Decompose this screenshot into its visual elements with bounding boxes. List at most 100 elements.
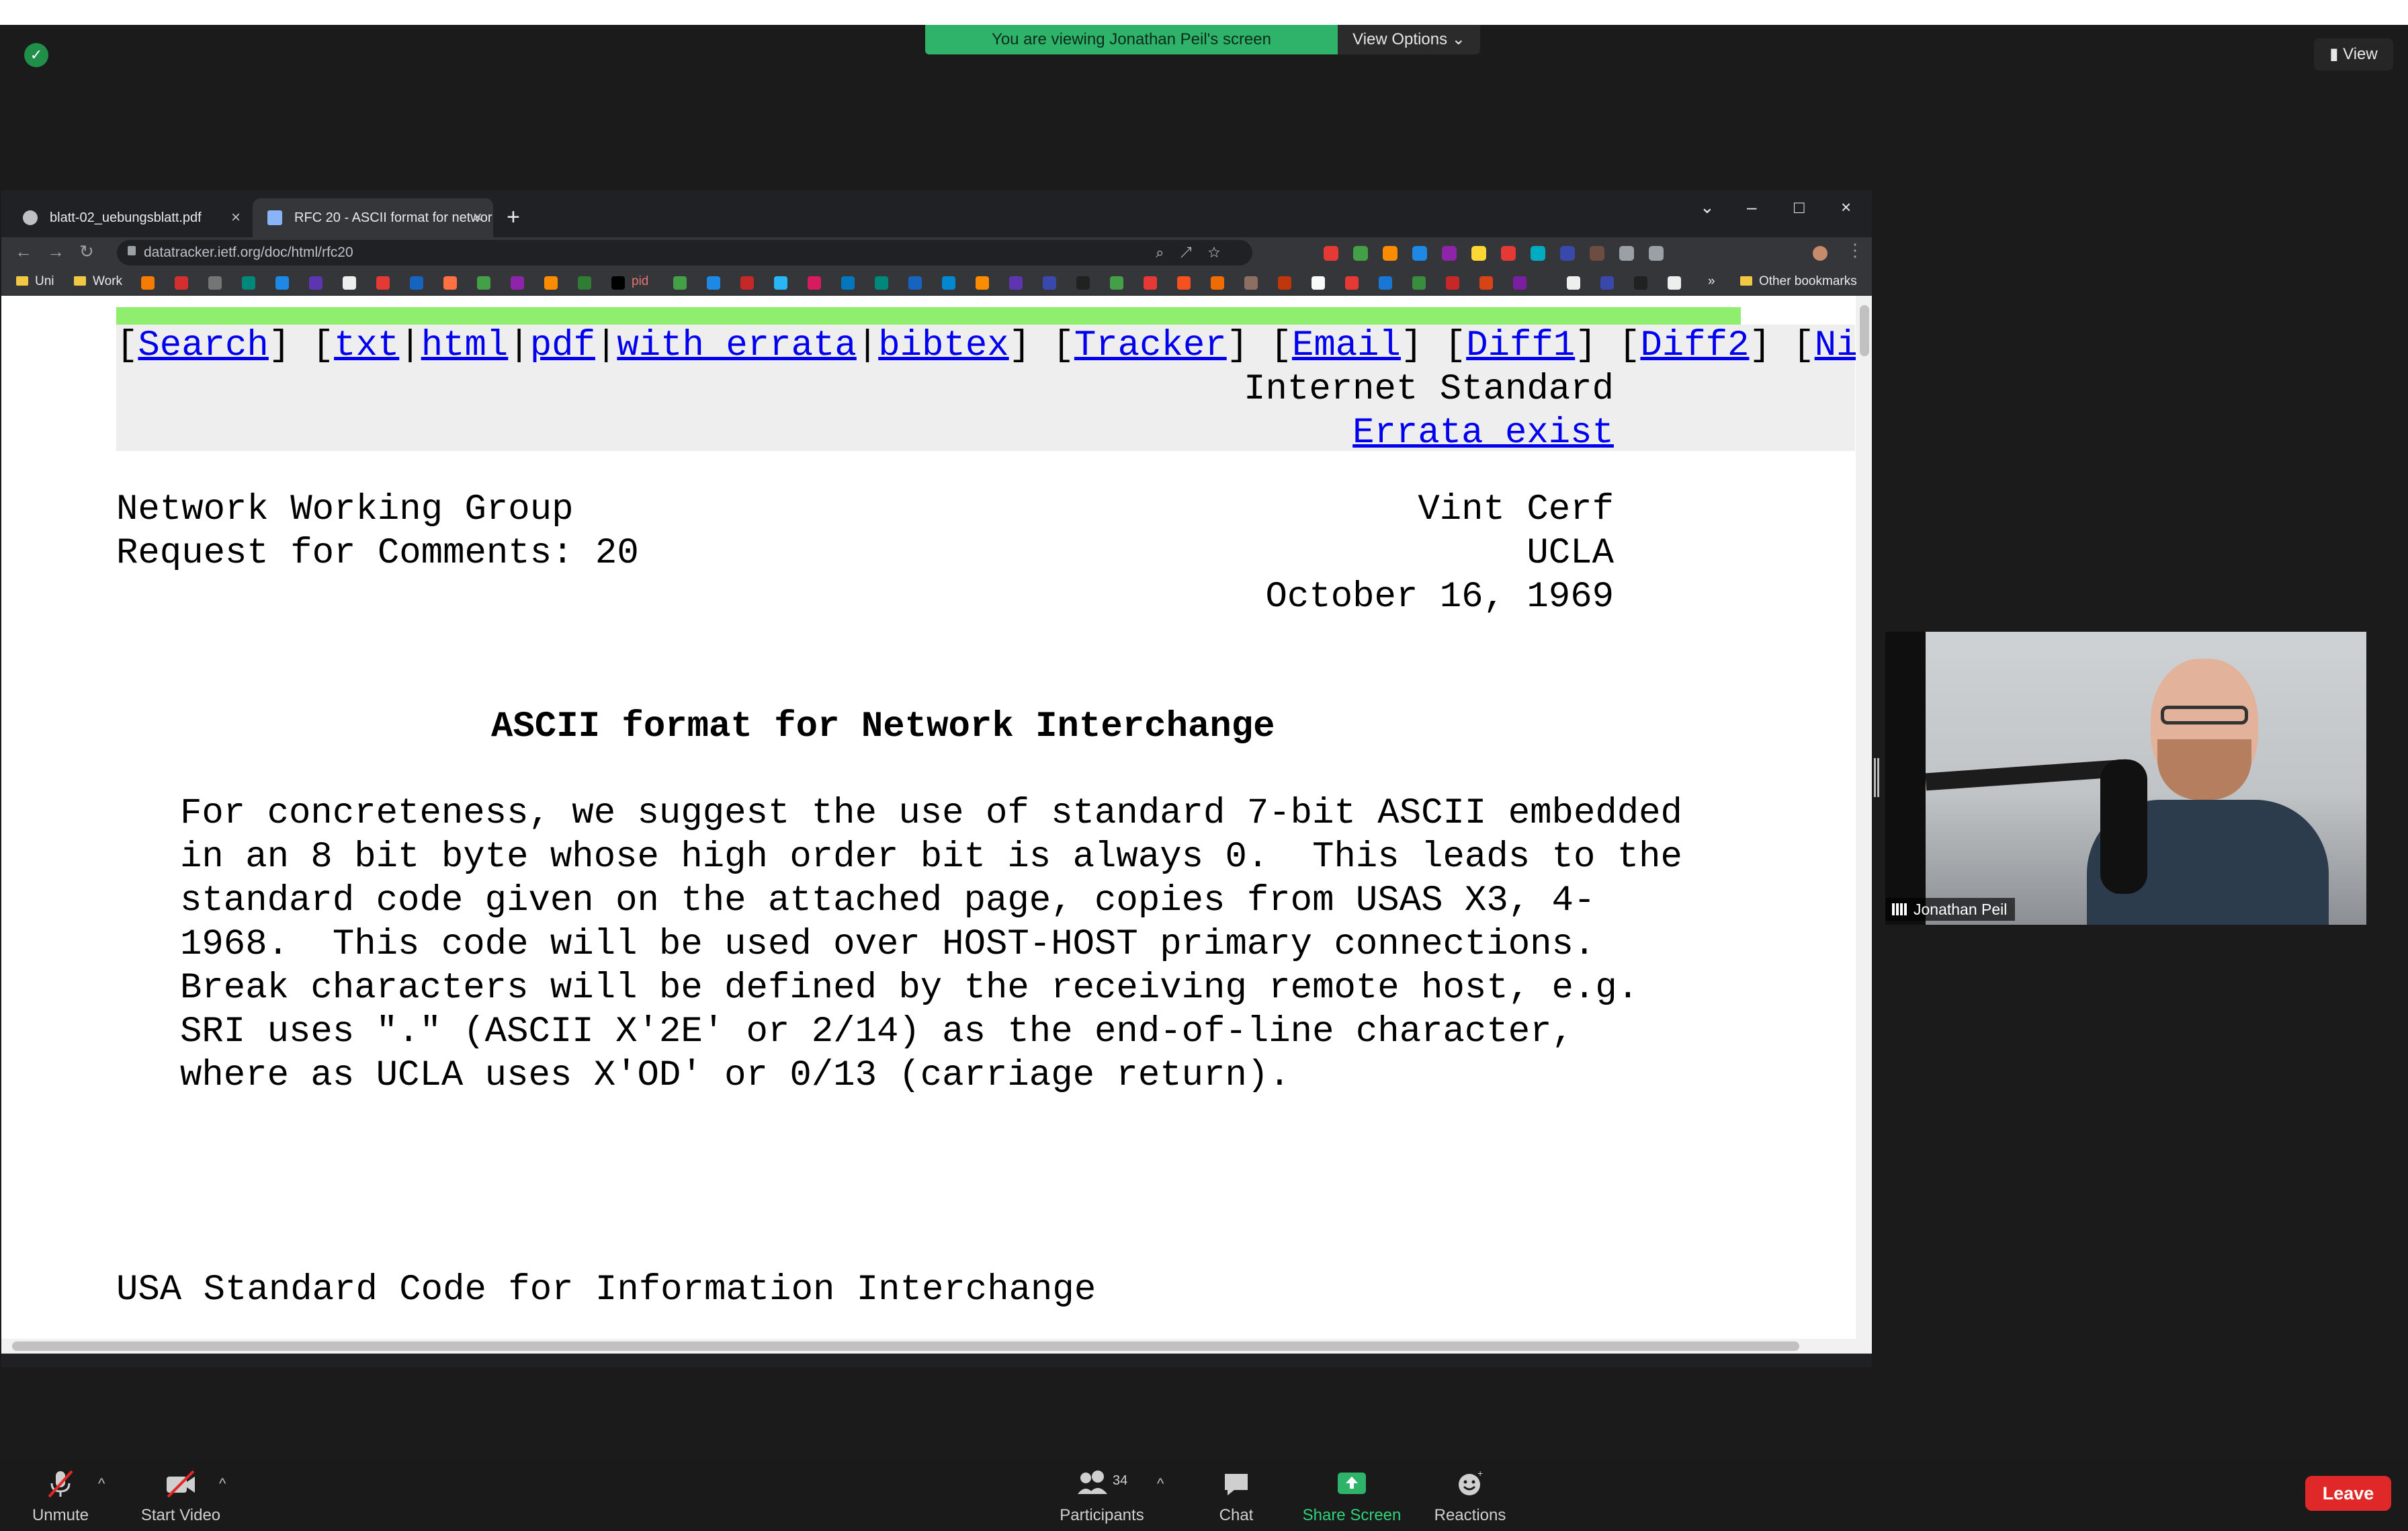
diff1-link[interactable]: Diff1 <box>1466 325 1575 366</box>
bookmark-icon[interactable] <box>976 276 989 290</box>
bookmark-icon[interactable] <box>1668 276 1681 290</box>
bookmark-icon[interactable] <box>443 276 457 290</box>
extension-icon[interactable] <box>1412 246 1427 261</box>
participant-video[interactable]: Jonathan Peil <box>1885 632 2366 925</box>
diff2-link[interactable]: Diff2 <box>1640 325 1749 366</box>
bookmark-icon[interactable] <box>208 276 222 290</box>
bookmark-icon[interactable] <box>511 276 524 290</box>
back-icon[interactable]: ← <box>15 241 32 262</box>
extension-icon[interactable] <box>1590 246 1604 261</box>
bookmark-icon[interactable] <box>611 276 625 290</box>
horizontal-scroll-thumb[interactable] <box>12 1341 1799 1351</box>
bookmark-icon[interactable] <box>376 276 390 290</box>
extension-icon[interactable] <box>1442 246 1457 261</box>
bookmark-icon[interactable] <box>1177 276 1191 290</box>
forward-icon[interactable]: → <box>47 241 64 262</box>
bookmark-icon[interactable] <box>673 276 687 290</box>
bookmark-icon[interactable] <box>175 276 188 290</box>
side-panel-icon[interactable] <box>1649 246 1664 261</box>
bookmark-icon[interactable] <box>774 276 787 290</box>
bookmark-icon[interactable] <box>1479 276 1493 290</box>
bookmark-icon[interactable] <box>942 276 955 290</box>
tracker-link[interactable]: Tracker <box>1074 325 1227 366</box>
bookmark-icon[interactable] <box>1278 276 1291 290</box>
bookmark-icon[interactable] <box>1312 276 1325 290</box>
bookmark-icon[interactable] <box>1412 276 1426 290</box>
bookmark-icon[interactable] <box>141 276 155 290</box>
bookmark-icon[interactable] <box>1567 276 1580 290</box>
bookmark-icon[interactable] <box>1009 276 1023 290</box>
address-bar[interactable]: datatracker.ietf.org/doc/html/rfc20 ⌕↗☆ <box>117 240 1252 265</box>
bookmark-icon[interactable] <box>309 276 322 290</box>
bookmark-icon[interactable] <box>1144 276 1157 290</box>
bookmark-icon[interactable] <box>1043 276 1056 290</box>
extension-icon[interactable] <box>1560 246 1575 261</box>
search-link[interactable]: Search <box>138 325 268 366</box>
bookmark-icon[interactable] <box>707 276 720 290</box>
view-options-button[interactable]: View Options ⌄ <box>1338 25 1480 54</box>
browser-menu-icon[interactable]: ⋮ <box>1846 240 1864 261</box>
email-link[interactable]: Email <box>1292 325 1401 366</box>
bookmark-icon[interactable] <box>242 276 255 290</box>
pdf-link[interactable]: pdf <box>530 325 595 366</box>
close-tab-icon[interactable]: × <box>231 198 241 237</box>
bookmark-icon[interactable] <box>1110 276 1123 290</box>
bookmark-icon[interactable] <box>841 276 855 290</box>
txt-link[interactable]: txt <box>334 325 399 366</box>
tab-rfc20[interactable]: RFC 20 - ASCII format for networ × <box>253 198 493 237</box>
bookmark-icon[interactable] <box>1211 276 1224 290</box>
share-screen-button[interactable]: Share Screen <box>1297 1468 1407 1525</box>
profile-avatar[interactable] <box>1813 246 1828 261</box>
horizontal-scrollbar[interactable] <box>1 1339 1872 1354</box>
bookmark-icon[interactable] <box>875 276 888 290</box>
audio-options-caret-icon[interactable]: ^ <box>98 1475 105 1493</box>
with-errata-link[interactable]: with errata <box>617 325 856 366</box>
close-tab-icon[interactable]: × <box>473 198 482 237</box>
bookmark-icon[interactable] <box>544 276 558 290</box>
bookmark-icon[interactable] <box>477 276 490 290</box>
participants-button[interactable]: 34 Participants <box>1052 1468 1152 1525</box>
new-tab-icon[interactable]: + <box>507 204 520 231</box>
leave-button[interactable]: Leave <box>2305 1476 2391 1511</box>
bookmark-icon[interactable] <box>1244 276 1258 290</box>
reactions-button[interactable]: + Reactions <box>1430 1468 1510 1525</box>
bookmark-icon[interactable] <box>410 276 423 290</box>
bookmark-icon[interactable] <box>808 276 821 290</box>
bookmark-pid[interactable]: pid <box>632 274 648 290</box>
security-shield-icon[interactable]: ✓ <box>24 43 48 67</box>
maximize-icon[interactable]: □ <box>1794 197 1805 218</box>
bookmark-icon[interactable] <box>578 276 591 290</box>
bookmark-icon[interactable] <box>275 276 289 290</box>
start-video-button[interactable]: Start Video <box>132 1468 230 1525</box>
extension-icon[interactable] <box>1324 246 1338 261</box>
view-button[interactable]: ▮ View <box>2314 38 2393 71</box>
errata-exist-link[interactable]: Errata exist <box>1352 413 1614 454</box>
bookmark-icon[interactable] <box>1634 276 1647 290</box>
vertical-scroll-thumb[interactable] <box>1860 305 1869 356</box>
address-bar-actions[interactable]: ⌕↗☆ <box>1156 240 1236 265</box>
participants-caret-icon[interactable]: ^ <box>1157 1475 1164 1493</box>
extension-icon[interactable] <box>1383 246 1398 261</box>
close-window-icon[interactable]: × <box>1841 197 1851 218</box>
extension-icon[interactable] <box>1501 246 1516 261</box>
extensions-puzzle-icon[interactable] <box>1619 246 1634 261</box>
panel-resize-handle[interactable] <box>1874 758 1879 797</box>
bookmark-icon[interactable] <box>740 276 754 290</box>
extension-icon[interactable] <box>1353 246 1368 261</box>
chat-button[interactable]: Chat <box>1209 1468 1263 1525</box>
bookmark-icon[interactable] <box>1379 276 1392 290</box>
html-link[interactable]: html <box>421 325 509 366</box>
bookmark-icon[interactable] <box>1513 276 1526 290</box>
bookmark-icon[interactable] <box>908 276 922 290</box>
vertical-scrollbar[interactable] <box>1856 296 1872 1354</box>
bibtex-link[interactable]: bibtex <box>878 325 1008 366</box>
unmute-button[interactable]: Unmute <box>27 1468 94 1525</box>
bookmark-icon[interactable] <box>1345 276 1359 290</box>
tab-pdf[interactable]: blatt-02_uebungsblatt.pdf × <box>8 198 251 237</box>
extension-icon[interactable] <box>1471 246 1486 261</box>
bookmark-icon[interactable] <box>343 276 356 290</box>
extension-icon[interactable] <box>1531 246 1545 261</box>
tab-search-icon[interactable]: ⌄ <box>1700 197 1715 218</box>
minimize-icon[interactable]: – <box>1747 197 1756 218</box>
bookmark-icon[interactable] <box>1600 276 1614 290</box>
